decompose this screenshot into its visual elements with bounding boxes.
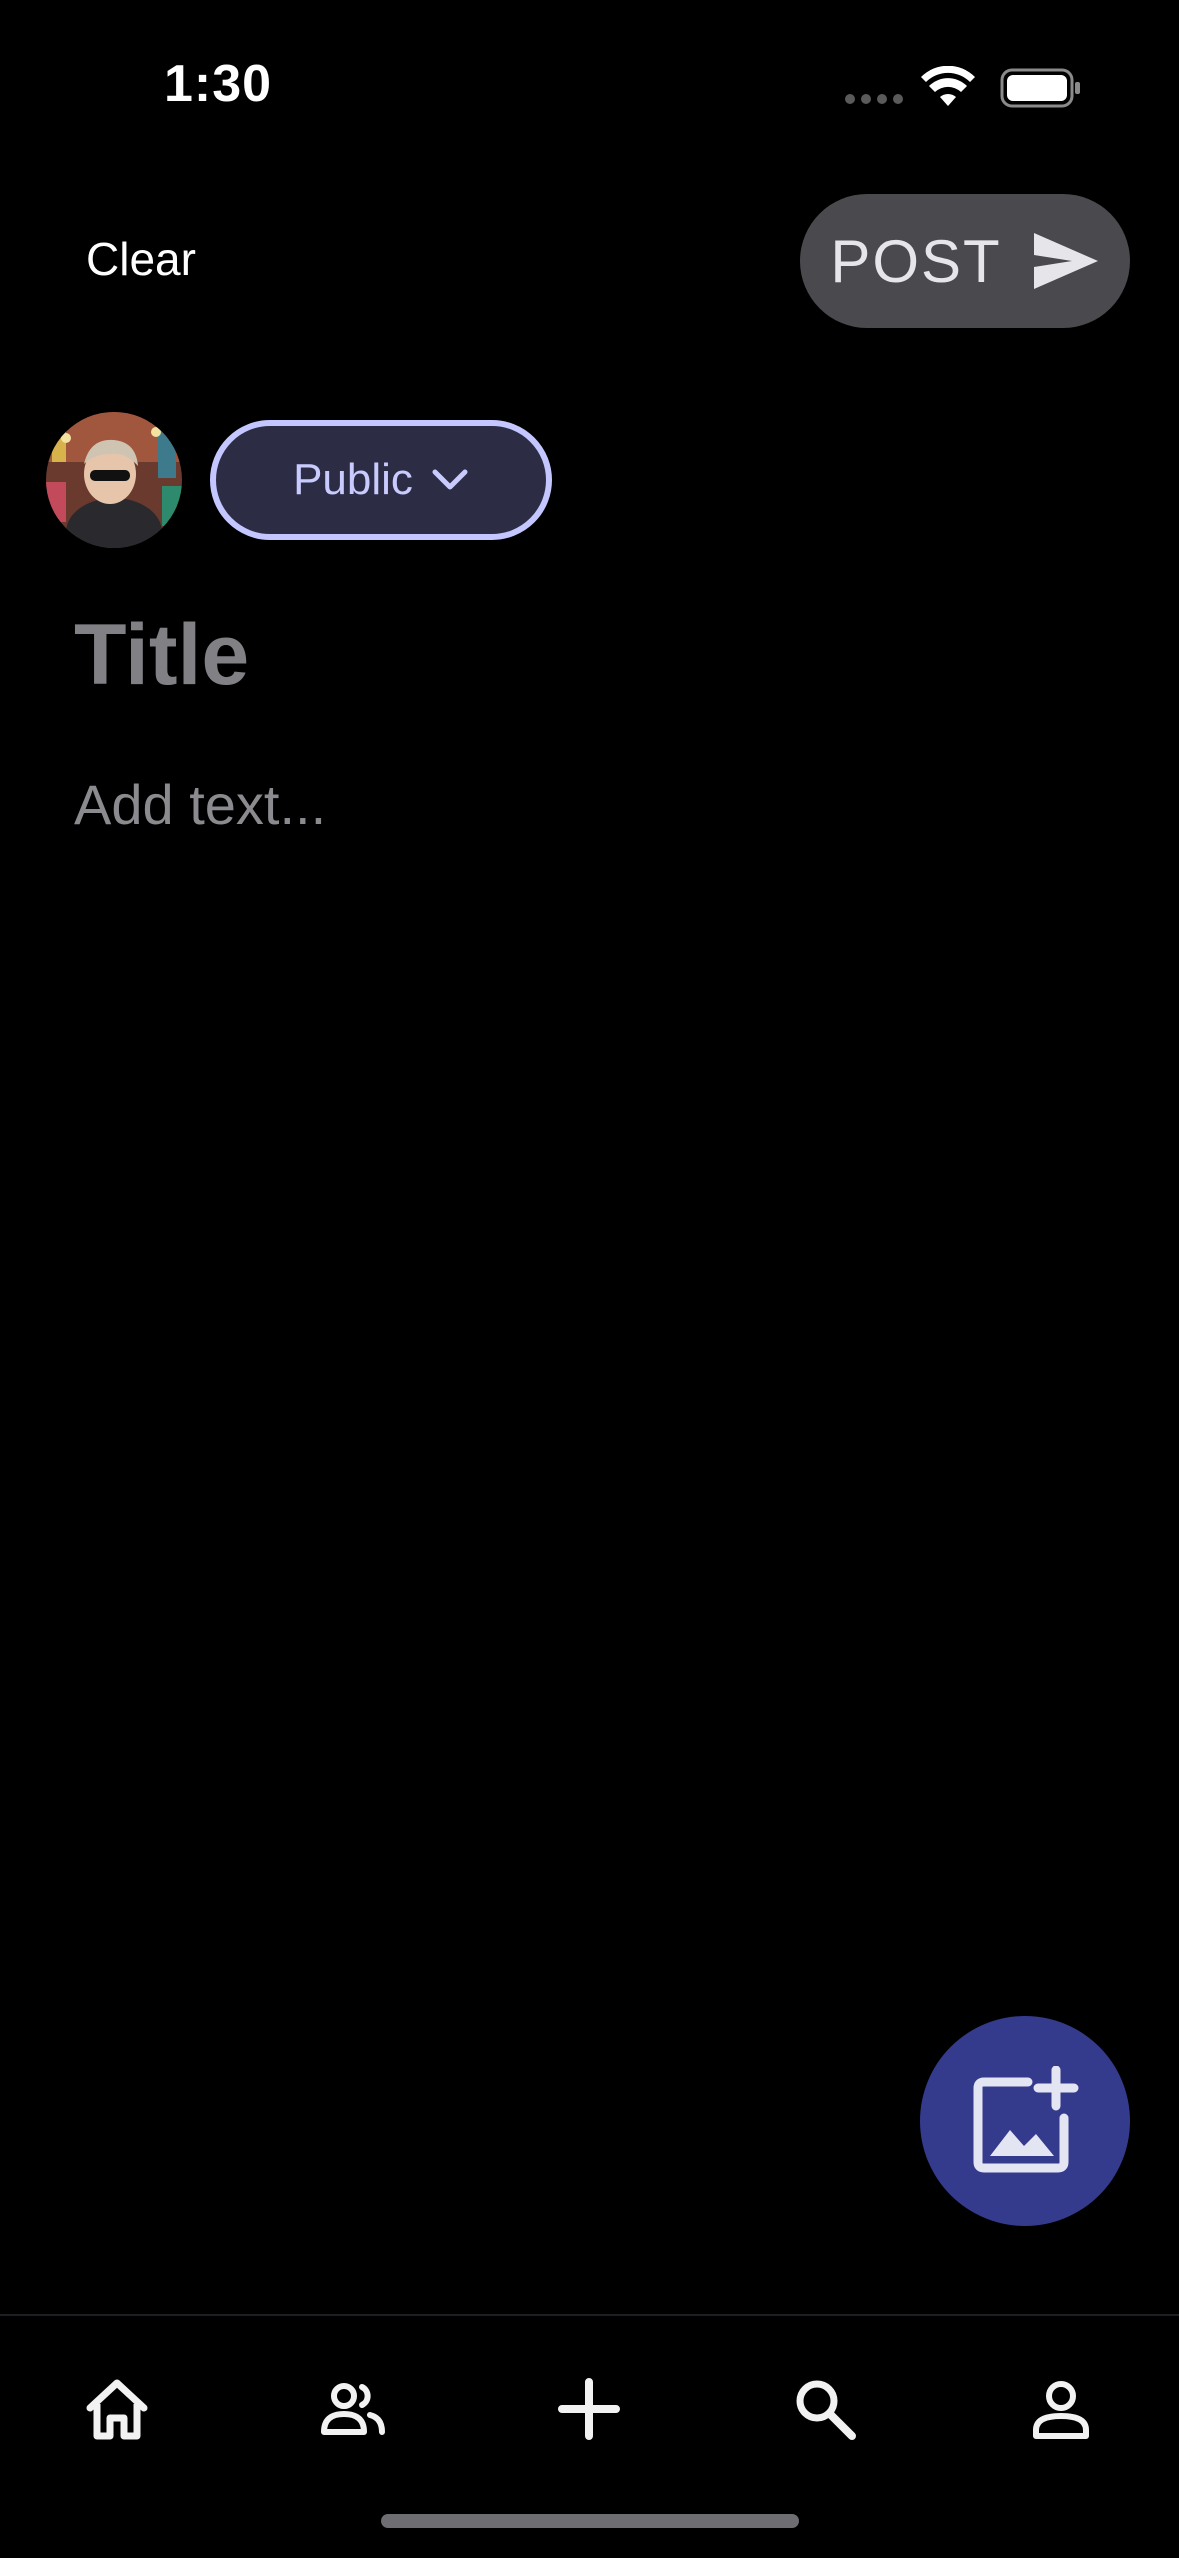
battery-icon — [1000, 68, 1080, 108]
person-icon — [1033, 2381, 1089, 2439]
avatar[interactable] — [46, 412, 182, 548]
add-image-icon — [973, 2066, 1079, 2173]
avatar-photo — [46, 412, 182, 548]
title-input[interactable] — [74, 600, 1104, 710]
plus-icon — [558, 2378, 620, 2440]
body-text-input[interactable] — [74, 772, 1104, 1972]
cellular-signal-icon — [845, 94, 905, 104]
home-indicator — [381, 2514, 799, 2528]
nav-create[interactable] — [529, 2354, 649, 2464]
status-time: 1:30 — [164, 55, 273, 113]
add-image-button[interactable] — [920, 2016, 1130, 2226]
bottom-navigation — [0, 2314, 1179, 2558]
post-button-label: POST — [830, 227, 1002, 295]
search-icon — [796, 2380, 856, 2440]
audience-label: Public — [293, 455, 413, 504]
nav-profile[interactable] — [1001, 2354, 1121, 2464]
people-icon — [321, 2383, 385, 2435]
home-icon — [86, 2379, 148, 2440]
chevron-down-icon — [432, 469, 468, 490]
send-icon — [1033, 233, 1098, 289]
audience-selector[interactable]: Public — [210, 420, 552, 540]
nav-people[interactable] — [293, 2354, 413, 2464]
clear-button[interactable]: Clear — [86, 232, 196, 286]
nav-home[interactable] — [57, 2354, 177, 2464]
status-bar: 1:30 — [0, 0, 1179, 160]
wifi-icon — [921, 66, 975, 106]
post-button[interactable]: POST — [800, 194, 1130, 328]
nav-search[interactable] — [765, 2354, 885, 2464]
